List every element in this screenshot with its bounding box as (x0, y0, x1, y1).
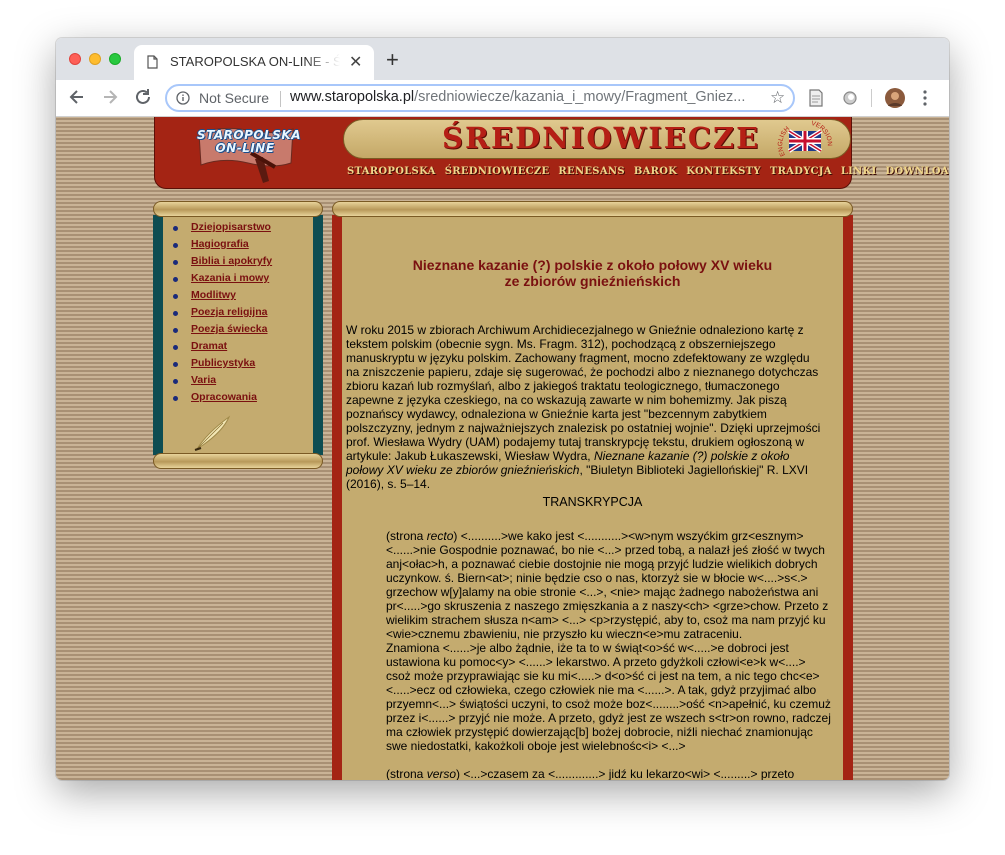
tab-title: STAROPOLSKA ON-LINE - ŚREDNIOWIECZE (170, 54, 340, 69)
site-logo[interactable]: STAROPOLSKA ON-LINE (193, 123, 301, 185)
sidebar-item-poezja-religijna[interactable]: Poezja religijna (173, 306, 272, 323)
uk-flag-icon: ENGLISH VERSION (777, 120, 833, 157)
sidebar-item-poezja-swiecka[interactable]: Poezja świecka (173, 323, 272, 340)
page-viewport: STAROPOLSKA ON-LINE ŚREDNIOWIECZE ENGLIS… (56, 117, 949, 780)
sidebar-item-opracowania[interactable]: Opracowania (173, 391, 272, 408)
transcription-paragraph-3: (strona verso) <...>czasem za <.........… (386, 767, 832, 780)
transcription-heading: TRANSKRYPCJA (542, 495, 643, 509)
sidebar-item-biblia[interactable]: Biblia i apokryfy (173, 255, 272, 272)
browser-tab[interactable]: STAROPOLSKA ON-LINE - ŚREDNIOWIECZE ✕ (134, 45, 374, 80)
p3-text: ) <...>czasem za <.............> jidź ku… (456, 767, 795, 780)
url-text[interactable]: www.staropolska.pl/sredniowiecze/kazania… (290, 89, 745, 105)
site-title: ŚREDNIOWIECZE (442, 121, 761, 155)
article-title: Nieznane kazanie (?) polskie z około poł… (342, 257, 843, 289)
quill-icon (194, 415, 231, 451)
sidebar-scroll-top (153, 201, 323, 217)
sidebar-menu: Dziejopisarstwo Hagiografia Biblia i apo… (173, 221, 272, 408)
nav-tradycja[interactable]: TRADYCJA (770, 166, 832, 177)
url-host: www.staropolska.pl (290, 89, 415, 105)
address-bar[interactable]: Not Secure www.staropolska.pl/sredniowie… (165, 84, 795, 112)
url-path: /sredniowiecze/kazania_i_mowy/Fragment_G… (414, 89, 745, 105)
minimize-window-button[interactable] (89, 53, 101, 65)
site-header: STAROPOLSKA ON-LINE ŚREDNIOWIECZE ENGLIS… (154, 117, 949, 189)
nav-sredniowiecze[interactable]: ŚREDNIOWIECZE (445, 166, 550, 177)
security-label: Not Secure (199, 90, 270, 106)
omnibox-divider (280, 91, 281, 107)
sidebar-item-publicystyka[interactable]: Publicystyka (173, 357, 272, 374)
sidebar-item-hagiografia[interactable]: Hagiografia (173, 238, 272, 255)
transcription-paragraph-1: (strona recto) <..........>we kako jest … (386, 529, 832, 641)
extension-circle-icon[interactable] (841, 89, 859, 107)
article-title-line-1: Nieznane kazanie (?) polskie z około poł… (412, 257, 773, 273)
sidebar-item-dziejopisarstwo[interactable]: Dziejopisarstwo (173, 221, 272, 238)
menu-dots-icon[interactable] (922, 90, 928, 106)
tab-close-icon[interactable]: ✕ (349, 52, 362, 72)
profile-avatar-icon[interactable] (884, 87, 906, 109)
sidebar-item-varia[interactable]: Varia (173, 374, 272, 391)
transcription-paragraph-2: Znamiona <......>je albo żądnie, iże ta … (386, 641, 831, 753)
document-icon (147, 55, 158, 69)
intro-text-1: W roku 2015 w zbiorach Archiwum Archidie… (346, 323, 821, 463)
maximize-window-button[interactable] (109, 53, 121, 65)
article-intro: W roku 2015 w zbiorach Archiwum Archidie… (346, 323, 826, 491)
sidebar-item-dramat[interactable]: Dramat (173, 340, 272, 357)
new-tab-button[interactable]: + (386, 49, 399, 71)
english-version-link[interactable]: ENGLISH VERSION (771, 119, 837, 161)
top-navigation: STAROPOLSKA ŚREDNIOWIECZE RENESANS BAROK… (347, 166, 949, 177)
sidebar-panel: Dziejopisarstwo Hagiografia Biblia i apo… (153, 215, 323, 455)
title-bar: STAROPOLSKA ON-LINE - ŚREDNIOWIECZE ✕ + (56, 38, 949, 80)
sidebar-item-modlitwy[interactable]: Modlitwy (173, 289, 272, 306)
nav-download[interactable]: DOWNLOAD (886, 166, 949, 177)
extension-document-icon[interactable] (808, 89, 824, 107)
main-scroll-top (332, 201, 853, 217)
p3-prefix: (strona (386, 767, 427, 780)
title-banner: ŚREDNIOWIECZE ENGLISH VERSION (343, 119, 851, 159)
nav-staropolska[interactable]: STAROPOLSKA (347, 166, 436, 177)
nav-renesans[interactable]: RENESANS (558, 166, 624, 177)
nav-linki[interactable]: LINKI (841, 166, 877, 177)
nav-konteksty[interactable]: KONTEKSTY (686, 166, 761, 177)
p1-prefix: (strona (386, 529, 427, 543)
nav-barok[interactable]: BAROK (634, 166, 677, 177)
logo-text: STAROPOLSKA ON-LINE (197, 129, 301, 155)
forward-icon[interactable] (99, 86, 121, 108)
logo-line-2: ON-LINE (215, 141, 275, 155)
browser-window: STAROPOLSKA ON-LINE - ŚREDNIOWIECZE ✕ + … (56, 38, 949, 780)
p1-text: ) <..........>we kako jest <...........>… (386, 529, 829, 641)
bookmark-star-icon[interactable]: ☆ (770, 88, 785, 108)
sidebar: Dziejopisarstwo Hagiografia Biblia i apo… (153, 201, 323, 469)
close-window-button[interactable] (69, 53, 81, 65)
info-icon[interactable] (176, 91, 190, 105)
browser-toolbar: Not Secure www.staropolska.pl/sredniowie… (56, 80, 949, 117)
sidebar-item-kazania[interactable]: Kazania i mowy (173, 272, 272, 289)
toolbar-divider (871, 89, 872, 107)
main-content: Nieznane kazanie (?) polskie z około poł… (332, 201, 853, 780)
p1-page-label: recto (426, 529, 454, 543)
reload-icon[interactable] (132, 86, 154, 108)
article-panel: Nieznane kazanie (?) polskie z około poł… (332, 215, 853, 780)
back-icon[interactable] (66, 86, 88, 108)
p3-page-label: verso (426, 767, 457, 780)
article-title-line-2: ze zbiorów gnieźnieńskich (504, 273, 681, 289)
sidebar-scroll-bottom (153, 453, 323, 469)
